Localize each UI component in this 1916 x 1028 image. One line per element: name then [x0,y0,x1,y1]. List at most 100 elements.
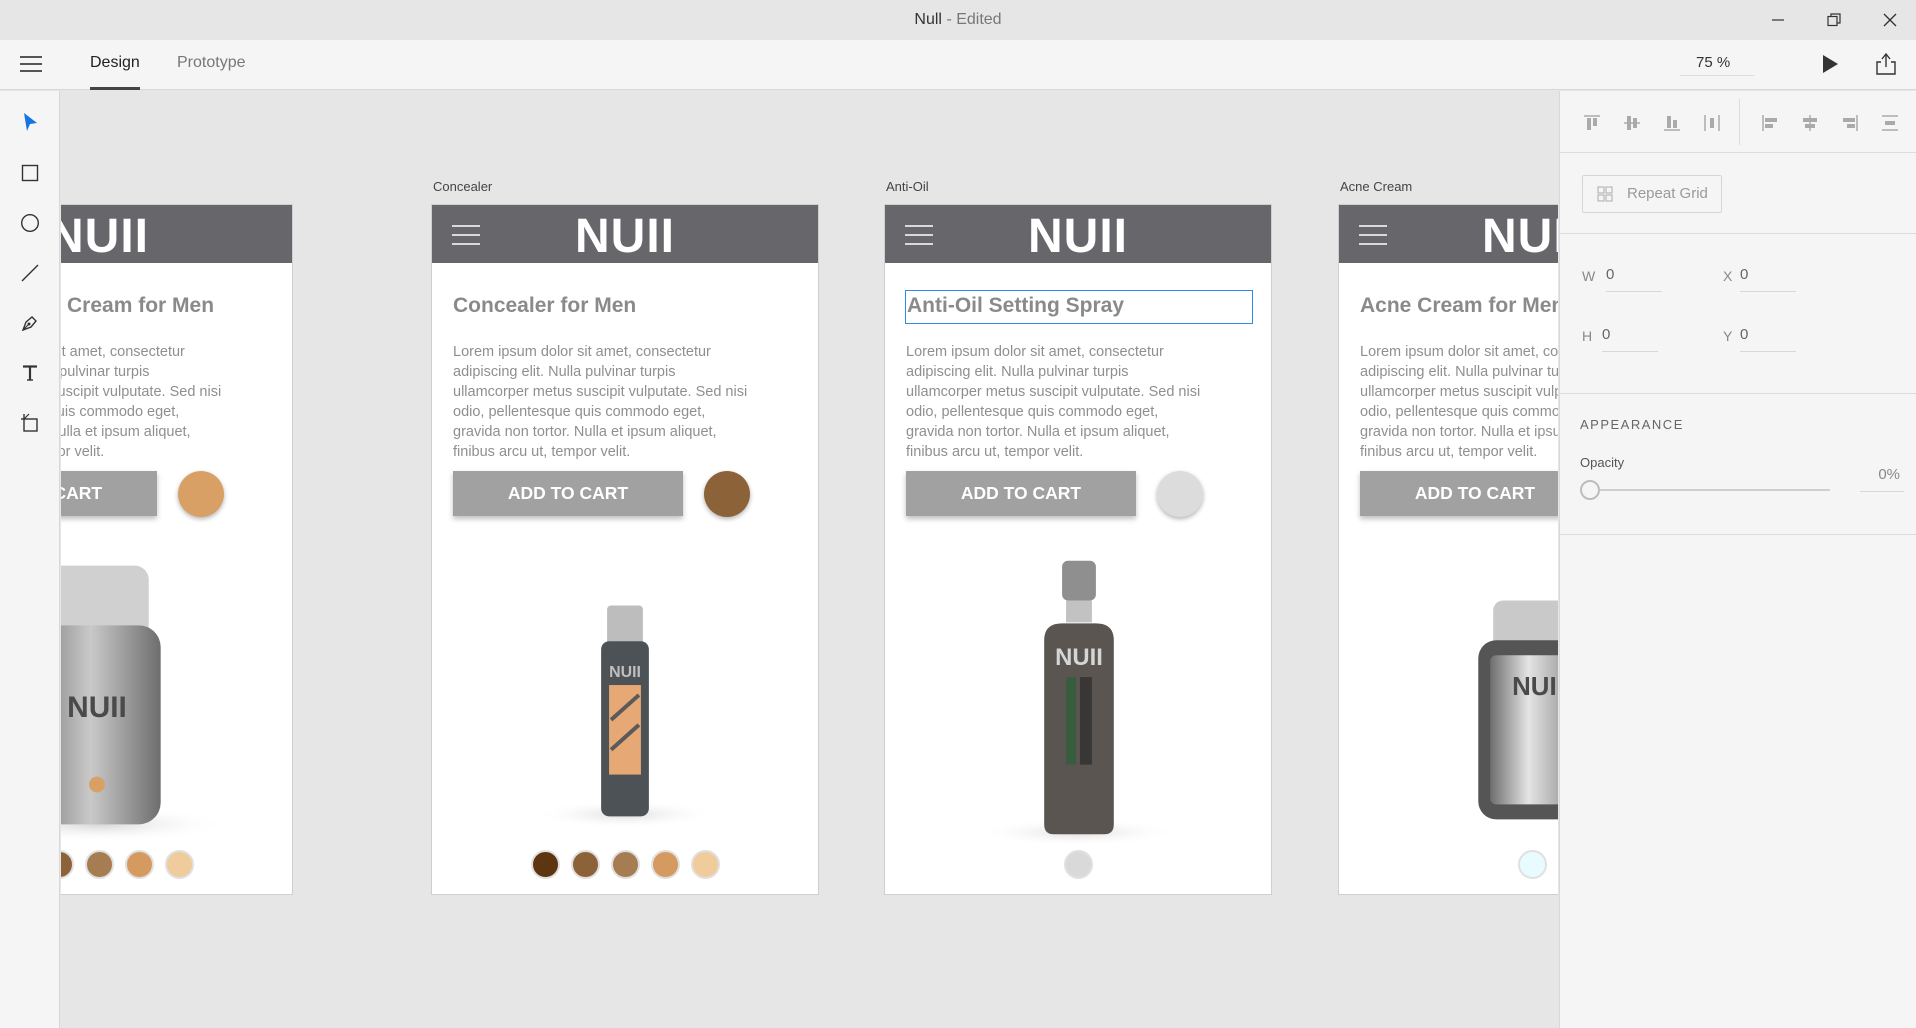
align-bottom-icon[interactable] [1662,113,1682,133]
panel-divider [1560,393,1916,394]
shade-dot[interactable] [1517,850,1547,879]
artboard-label-anti-oil[interactable]: Anti-Oil [886,179,929,194]
artboard-tool[interactable] [18,411,42,435]
bb-cream-bottle-image: NUII [61,565,229,843]
zoom-level[interactable]: 75 % [1680,54,1754,76]
shade-selector [432,850,818,880]
restore-icon [1827,13,1841,27]
title-bar: Null - Edited [0,0,1916,40]
brand-logo: NUII [1028,210,1128,263]
product-title[interactable]: Acne Cream for Men [1360,294,1558,318]
distribute-vertical-icon[interactable] [1880,113,1900,133]
add-to-cart-button[interactable]: ADD TO CART [1360,471,1558,516]
artboard-bb-cream[interactable]: NUII Hydrating BB Cream for Men Lorem ip… [61,204,293,895]
y-label: Y [1723,328,1733,344]
distribute-horizontal-icon[interactable] [1702,113,1722,133]
ellipse-tool[interactable] [18,211,42,235]
restore-button[interactable] [1806,0,1862,40]
pen-tool[interactable] [18,311,42,335]
artboard-header: NUII [432,205,818,263]
repeat-grid-button[interactable]: Repeat Grid [1582,175,1722,213]
repeat-grid-icon [1597,186,1613,202]
shade-dot[interactable] [690,850,720,879]
document-status: - Edited [946,11,1002,28]
play-preview-button[interactable] [1820,54,1840,74]
artboard-header: NUII [885,205,1271,263]
select-tool[interactable] [18,110,42,134]
acne-cream-bottle-image: NUII [1478,600,1558,820]
rectangle-tool[interactable] [18,161,42,185]
minimize-button[interactable] [1750,0,1806,40]
pen-icon [21,316,37,332]
selected-shade-swatch[interactable] [1157,471,1203,517]
brand-logo: NUII [61,210,149,263]
hamburger-menu-icon[interactable] [20,56,42,74]
alignment-toolbar [1560,91,1916,153]
shade-selector [885,850,1271,880]
product-title-selected[interactable]: Anti-Oil Setting Spray [905,290,1253,324]
bottle-brand-text: NUII [1055,644,1103,671]
y-position-field[interactable]: 0 [1740,326,1796,352]
product-description[interactable]: Lorem ipsum dolor sit amet, consectetur … [1360,342,1558,462]
panel-divider [1560,534,1916,535]
bottle-brand-text: NUII [609,664,641,681]
brand-logo: NUII [1482,210,1558,263]
shade-dot[interactable] [610,850,640,879]
x-label: X [1723,268,1733,284]
align-center-icon[interactable] [1800,113,1820,133]
product-title[interactable]: Concealer for Men [453,294,636,318]
shade-dot[interactable] [84,850,114,879]
x-position-field[interactable]: 0 [1740,266,1796,292]
height-label: H [1582,328,1593,344]
add-to-cart-button[interactable]: ADD TO CART [453,471,683,516]
tool-bar [0,91,60,1028]
text-tool[interactable] [18,361,42,385]
close-icon [1883,13,1897,27]
artboard-anti-oil[interactable]: NUII Anti-Oil Setting Spray Lorem ipsum … [884,204,1272,895]
shade-dot[interactable] [570,850,600,879]
brand-logo: NUII [575,210,675,263]
artboard-concealer[interactable]: NUII Concealer for Men Lorem ipsum dolor… [431,204,819,895]
shade-dot[interactable] [1063,850,1093,879]
selected-shade-swatch[interactable] [704,471,750,517]
rectangle-icon [21,164,39,182]
bottle-brand-text: NUII [1512,673,1558,701]
tab-prototype[interactable]: Prototype [177,54,245,90]
add-to-cart-button[interactable]: ADD TO CART [61,471,157,516]
opacity-slider-track[interactable] [1600,489,1830,491]
align-left-icon[interactable] [1760,113,1780,133]
shade-dot[interactable] [124,850,154,879]
width-label: W [1582,268,1596,284]
width-field[interactable]: 0 [1606,266,1662,292]
height-field[interactable]: 0 [1602,326,1658,352]
panel-divider [1560,233,1916,234]
tab-design[interactable]: Design [90,54,140,90]
shade-dot[interactable] [530,850,560,879]
align-top-icon[interactable] [1582,113,1602,133]
product-description[interactable]: Lorem ipsum dolor sit amet, consectetur … [453,342,753,462]
line-icon [21,264,39,282]
shade-dot[interactable] [164,850,194,879]
opacity-slider-handle[interactable] [1580,480,1600,500]
align-right-icon[interactable] [1840,113,1860,133]
opacity-field[interactable]: 0% [1860,466,1904,492]
artboard-label-concealer[interactable]: Concealer [433,179,492,194]
shade-dot[interactable] [650,850,680,879]
artboard-header: NUII [1339,205,1558,263]
product-description[interactable]: Lorem ipsum dolor sit amet, consectetur … [906,342,1206,462]
add-to-cart-button[interactable]: ADD TO CART [906,471,1136,516]
appearance-heading: APPEARANCE [1580,417,1684,432]
product-description[interactable]: Lorem ipsum dolor sit amet, consectetur … [61,342,227,462]
selected-shade-swatch[interactable] [178,471,224,517]
text-icon [23,365,37,381]
shade-dot[interactable] [61,850,74,879]
line-tool[interactable] [18,261,42,285]
product-title[interactable]: Hydrating BB Cream for Men [61,294,214,318]
artboard-label-acne-cream[interactable]: Acne Cream [1340,179,1412,194]
artboard-header: NUII [61,205,292,263]
design-canvas[interactable]: NUII Hydrating BB Cream for Men Lorem ip… [61,91,1558,1028]
artboard-acne-cream[interactable]: NUII Acne Cream for Men Lorem ipsum dolo… [1338,204,1558,895]
share-button[interactable] [1875,52,1897,76]
close-button[interactable] [1862,0,1916,40]
align-middle-icon[interactable] [1622,113,1642,133]
